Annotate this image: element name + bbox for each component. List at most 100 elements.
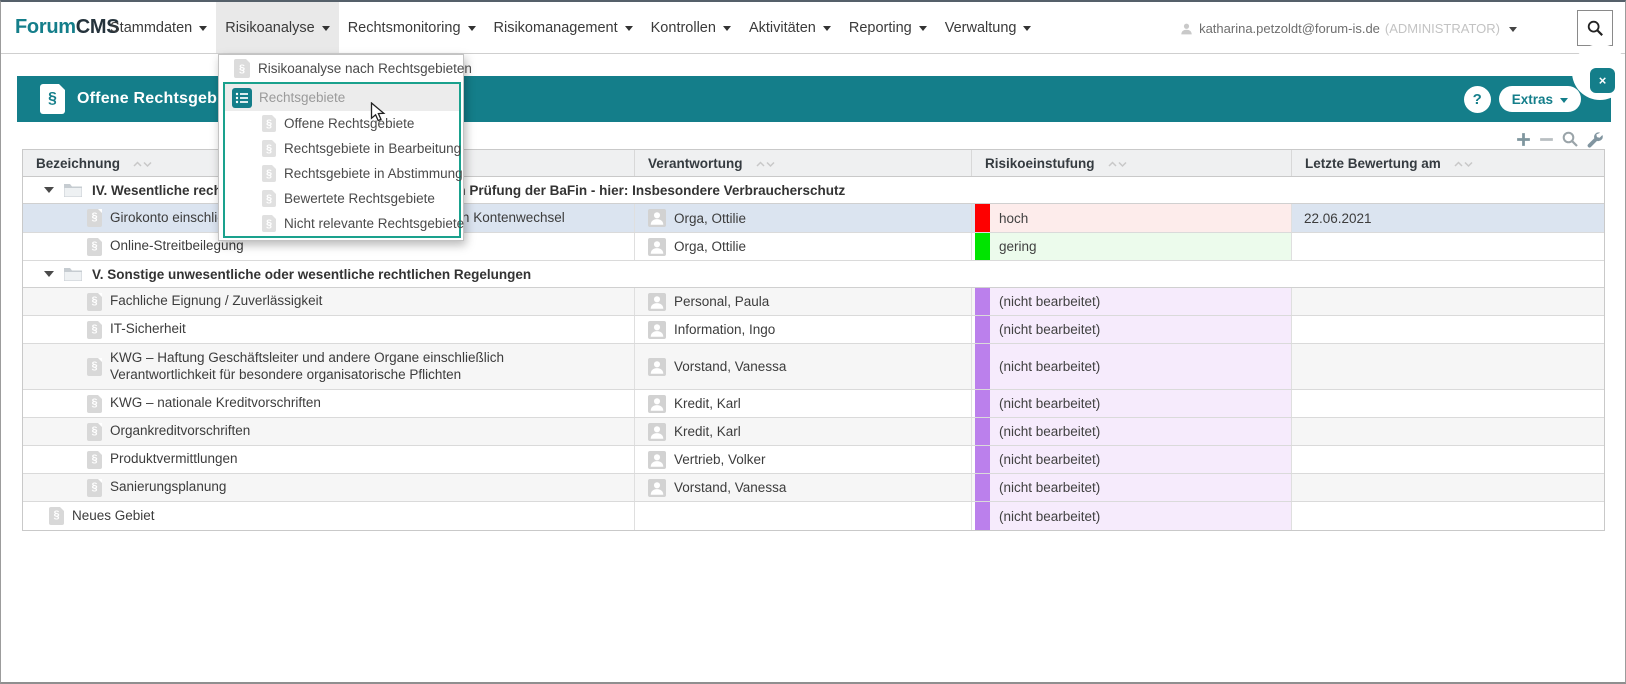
risk-label: (nicht bearbeitet)	[999, 424, 1100, 439]
cell-bezeichnung: Organkreditvorschriften	[110, 423, 250, 440]
panel-actions: ? Extras	[1464, 76, 1581, 122]
risikoanalyse-dropdown: Risikoanalyse nach Rechtsgebieten Rechts…	[218, 54, 464, 241]
risk-cell: (nicht bearbeitet)	[975, 316, 1291, 343]
table-row[interactable]: IT-Sicherheit Information, Ingo (nicht b…	[23, 316, 1604, 344]
paragraph-document-icon: §	[40, 84, 65, 114]
folder-icon	[63, 266, 83, 282]
sort-icons[interactable]	[1107, 159, 1129, 169]
search-button[interactable]	[1577, 10, 1613, 46]
grid-toolbar	[1515, 130, 1603, 148]
risk-cell: (nicht bearbeitet)	[975, 418, 1291, 445]
user-menu[interactable]: katharina.petzoldt@forum-is.de (ADMINIST…	[1180, 2, 1517, 54]
dropdown-item-risikoanalyse-nach-rechtsgebieten[interactable]: Risikoanalyse nach Rechtsgebieten	[219, 55, 463, 82]
group-label: V. Sonstige unwesentliche oder wesentlic…	[92, 267, 531, 282]
app-logo[interactable]: ForumCMS	[1, 2, 101, 53]
chevron-down-icon	[823, 26, 831, 31]
menu-item-risikomanagement[interactable]: Risikomanagement	[485, 2, 642, 53]
risk-label: hoch	[999, 211, 1028, 226]
risk-color-bar	[975, 316, 990, 343]
cell-bezeichnung: IT-Sicherheit	[110, 321, 186, 338]
menu-item-aktivitaeten[interactable]: Aktivitäten	[740, 2, 840, 53]
risk-label: (nicht bearbeitet)	[999, 359, 1100, 374]
risk-cell: (nicht bearbeitet)	[975, 502, 1291, 530]
dropdown-item-rechtsgebiete-in-abstimmung[interactable]: Rechtsgebiete in Abstimmung	[225, 161, 459, 186]
risk-color-bar	[975, 344, 990, 389]
paragraph-icon	[262, 165, 276, 182]
menu-item-kontrollen[interactable]: Kontrollen	[642, 2, 740, 53]
menu-item-risikoanalyse[interactable]: Risikoanalyse	[216, 2, 338, 53]
cell-verantwortung: Kredit, Karl	[674, 396, 741, 411]
risk-label: (nicht bearbeitet)	[999, 294, 1100, 309]
person-icon	[648, 321, 666, 339]
collapse-triangle-icon[interactable]	[44, 187, 54, 193]
risk-color-bar	[975, 204, 990, 232]
group-label: IV. Wesentliche rechtliche Regelungen na…	[92, 183, 845, 198]
risk-label: (nicht bearbeitet)	[999, 322, 1100, 337]
help-button[interactable]: ?	[1464, 86, 1491, 113]
risk-color-bar	[975, 288, 990, 315]
risk-label: (nicht bearbeitet)	[999, 452, 1100, 467]
column-header-letzte-bewertung[interactable]: Letzte Bewertung am	[1292, 150, 1604, 176]
logo-forum: Forum	[15, 16, 76, 39]
dropdown-item-rechtsgebiete[interactable]: Rechtsgebiete	[225, 84, 459, 111]
paragraph-icon	[49, 507, 64, 525]
cell-verantwortung: Vorstand, Vanessa	[674, 359, 786, 374]
dropdown-item-bewertete-rechtsgebiete[interactable]: Bewertete Rechtsgebiete	[225, 186, 459, 211]
search-grid-icon[interactable]	[1561, 130, 1579, 148]
table-row[interactable]: Organkreditvorschriften Kredit, Karl (ni…	[23, 418, 1604, 446]
person-icon	[648, 423, 666, 441]
risk-cell: (nicht bearbeitet)	[975, 288, 1291, 315]
paragraph-icon	[87, 423, 102, 441]
menu-item-verwaltung[interactable]: Verwaltung	[936, 2, 1041, 53]
paragraph-icon	[87, 395, 102, 413]
table-row[interactable]: Neues Gebiet (nicht bearbeitet)	[23, 502, 1604, 530]
column-header-verantwortung[interactable]: Verantwortung	[635, 150, 972, 176]
dropdown-item-rechtsgebiete-in-bearbeitung[interactable]: Rechtsgebiete in Bearbeitung	[225, 136, 459, 161]
dropdown-item-nicht-relevante-rechtsgebiete[interactable]: Nicht relevante Rechtsgebiete	[225, 211, 459, 236]
risk-label: (nicht bearbeitet)	[999, 396, 1100, 411]
person-icon	[648, 395, 666, 413]
app-window: ForumCMS Stammdaten Risikoanalyse Rechts…	[0, 0, 1626, 684]
sort-icons[interactable]	[755, 159, 777, 169]
risk-cell: (nicht bearbeitet)	[975, 474, 1291, 501]
extras-button[interactable]: Extras	[1499, 86, 1581, 112]
menu-item-reporting[interactable]: Reporting	[840, 2, 936, 53]
sort-icons[interactable]	[1453, 159, 1475, 169]
paragraph-icon	[87, 358, 102, 376]
menu-item-stammdaten[interactable]: Stammdaten	[101, 2, 216, 53]
sort-icons[interactable]	[132, 159, 154, 169]
paragraph-icon	[262, 115, 276, 132]
table-row[interactable]: Sanierungsplanung Vorstand, Vanessa (nic…	[23, 474, 1604, 502]
risk-cell: gering	[975, 233, 1291, 260]
table-row[interactable]: KWG – nationale Kreditvorschriften Kredi…	[23, 390, 1604, 418]
chevron-down-icon	[1023, 26, 1031, 31]
dropdown-highlight: Rechtsgebiete Offene Rechtsgebiete Recht…	[223, 82, 461, 238]
chevron-down-icon	[1560, 98, 1568, 103]
cell-verantwortung: Kredit, Karl	[674, 424, 741, 439]
table-row[interactable]: Produktvermittlungen Vertrieb, Volker (n…	[23, 446, 1604, 474]
settings-wrench-icon[interactable]	[1585, 130, 1603, 148]
expand-all-icon[interactable]	[1515, 131, 1532, 148]
cell-date: 22.06.2021	[1304, 211, 1372, 226]
table-group-row[interactable]: V. Sonstige unwesentliche oder wesentlic…	[23, 261, 1604, 288]
dropdown-item-offene-rechtsgebiete[interactable]: Offene Rechtsgebiete	[225, 111, 459, 136]
risk-cell: (nicht bearbeitet)	[975, 390, 1291, 417]
risk-cell: (nicht bearbeitet)	[975, 344, 1291, 389]
table-row[interactable]: KWG – Haftung Geschäftsleiter und andere…	[23, 344, 1604, 390]
collapse-all-icon[interactable]	[1538, 131, 1555, 148]
paragraph-icon	[87, 293, 102, 311]
paragraph-icon	[87, 451, 102, 469]
menu-item-rechtsmonitoring[interactable]: Rechtsmonitoring	[339, 2, 485, 53]
risk-color-bar	[975, 233, 990, 260]
risk-color-bar	[975, 390, 990, 417]
chevron-down-icon	[322, 26, 330, 31]
chevron-down-icon	[199, 26, 207, 31]
menubar: ForumCMS Stammdaten Risikoanalyse Rechts…	[1, 2, 1625, 54]
paragraph-icon	[87, 209, 102, 227]
collapse-triangle-icon[interactable]	[44, 271, 54, 277]
column-header-risikoeinstufung[interactable]: Risikoeinstufung	[972, 150, 1292, 176]
close-panel-button[interactable]: ×	[1590, 68, 1615, 93]
table-row[interactable]: Fachliche Eignung / Zuverlässigkeit Pers…	[23, 288, 1604, 316]
folder-icon	[63, 182, 83, 198]
list-icon	[232, 88, 252, 108]
